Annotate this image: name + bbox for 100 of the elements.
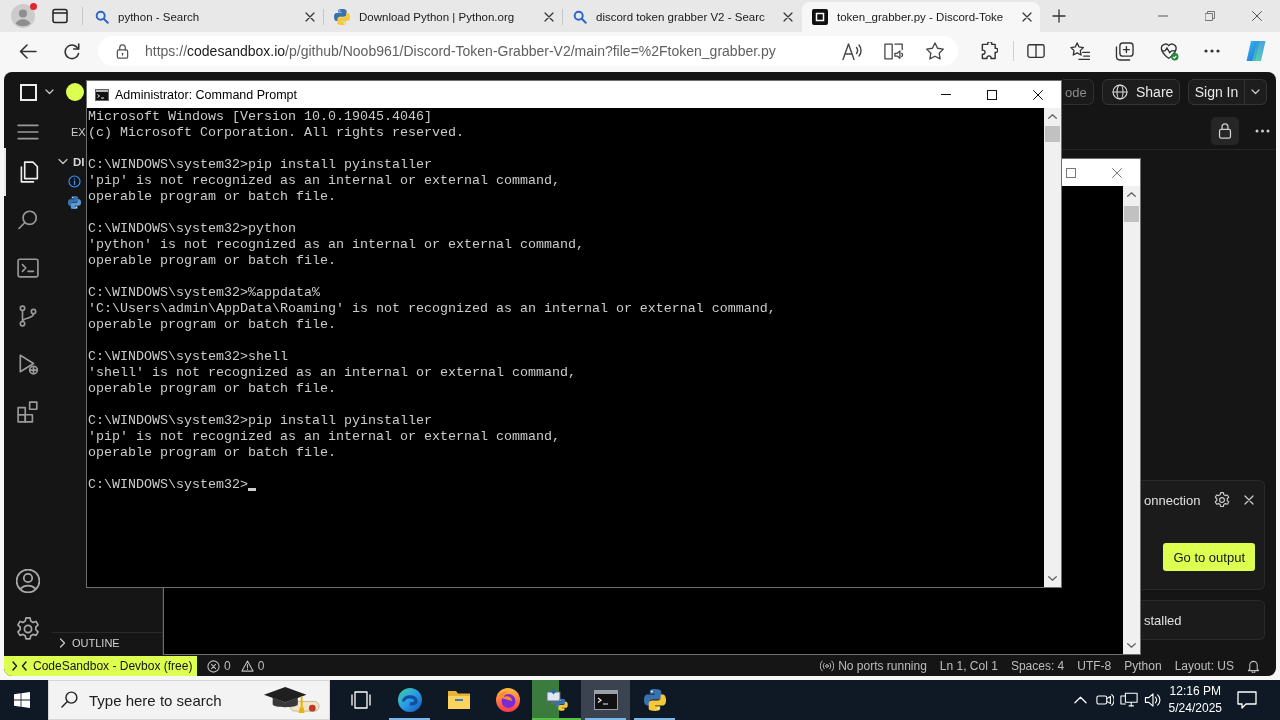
scrollbar[interactable] bbox=[1044, 108, 1061, 587]
folder-label[interactable]: DI bbox=[73, 155, 85, 168]
status-item[interactable]: 0 bbox=[207, 659, 231, 673]
python-logo-icon bbox=[334, 9, 350, 25]
search-icon[interactable] bbox=[17, 209, 39, 231]
branch-icon[interactable] bbox=[17, 305, 39, 327]
console-line: 'shell' is not recognized as an internal or external command, bbox=[88, 365, 577, 381]
chevron-down-icon[interactable] bbox=[1048, 576, 1057, 581]
browser-tab[interactable]: python - Search bbox=[85, 2, 323, 32]
avatar-icon[interactable] bbox=[11, 4, 35, 28]
taskbar-button[interactable] bbox=[581, 680, 630, 720]
volume-icon[interactable] bbox=[1143, 692, 1161, 708]
settings-icon[interactable] bbox=[16, 617, 40, 641]
maximize-icon[interactable] bbox=[987, 89, 997, 100]
split-screen-icon[interactable] bbox=[1027, 43, 1045, 59]
network-icon[interactable] bbox=[1119, 692, 1138, 708]
circle-avatar-icon[interactable] bbox=[66, 83, 84, 101]
console-line: operable program or batch file. bbox=[88, 253, 337, 269]
book-speaker-icon[interactable] bbox=[884, 42, 904, 60]
console-line: 'pip' is not recognized as an internal or external command, bbox=[88, 173, 561, 189]
account-icon[interactable] bbox=[16, 569, 40, 593]
status-item[interactable]: UTF-8 bbox=[1077, 659, 1112, 673]
graduation-cap-icon bbox=[263, 685, 321, 715]
close-icon[interactable] bbox=[1022, 12, 1032, 22]
section-header[interactable]: OUTLINE bbox=[72, 637, 120, 649]
close-icon[interactable] bbox=[305, 12, 315, 22]
console-icon bbox=[95, 88, 109, 101]
windows-logo-icon[interactable] bbox=[14, 692, 30, 708]
broadcast-icon bbox=[820, 660, 835, 672]
refresh-icon[interactable] bbox=[63, 42, 80, 60]
new-tab-icon[interactable] bbox=[1052, 9, 1066, 23]
console-line: Microsoft Windows [Version 10.0.19045.4046] bbox=[88, 109, 433, 125]
warning-icon bbox=[240, 660, 254, 672]
status-item[interactable]: Python bbox=[1124, 659, 1162, 673]
python-logo-icon bbox=[643, 689, 666, 711]
lock-button[interactable] bbox=[1211, 116, 1239, 145]
read-aloud-icon[interactable] bbox=[842, 42, 862, 60]
clock-time[interactable]: 12:16 PM bbox=[1169, 683, 1221, 700]
console-line: C:\WINDOWS\system32>python bbox=[88, 221, 297, 237]
close-icon[interactable] bbox=[783, 12, 793, 22]
info-icon bbox=[68, 175, 81, 188]
console-line: C:\WINDOWS\system32>pip install pyinstaller bbox=[88, 157, 433, 173]
close-icon[interactable] bbox=[544, 12, 554, 22]
scrollbar[interactable] bbox=[1123, 186, 1140, 654]
chevron-right-icon[interactable] bbox=[59, 638, 66, 648]
clock-date[interactable]: 5/24/2025 bbox=[1168, 700, 1222, 717]
play-plus-icon[interactable] bbox=[17, 353, 39, 375]
restore-icon[interactable] bbox=[1204, 11, 1215, 21]
blocks-icon[interactable] bbox=[17, 401, 39, 423]
panel-title: EX bbox=[71, 126, 86, 138]
dropdown-button[interactable] bbox=[1245, 79, 1267, 105]
terminal-icon[interactable] bbox=[17, 257, 39, 279]
close-icon[interactable] bbox=[1251, 11, 1262, 21]
bell-icon[interactable] bbox=[1247, 659, 1260, 673]
star-list-icon[interactable] bbox=[1070, 42, 1090, 60]
scrollbar-thumb[interactable] bbox=[1045, 126, 1060, 142]
remote-indicator[interactable]: CodeSandbox - Devbox (free) bbox=[4, 656, 197, 676]
sign-in-button[interactable]: Sign In bbox=[1188, 79, 1245, 105]
search-icon bbox=[61, 691, 78, 708]
back-icon[interactable] bbox=[19, 43, 37, 59]
status-item[interactable]: No ports running bbox=[820, 659, 927, 673]
taskbar-button[interactable] bbox=[532, 680, 581, 720]
window-icon[interactable] bbox=[52, 8, 68, 24]
square-logo-icon[interactable] bbox=[20, 83, 37, 101]
slanted-logo-icon[interactable] bbox=[1245, 40, 1267, 62]
search-field[interactable]: Type here to search bbox=[48, 680, 330, 720]
notifications-icon[interactable] bbox=[1237, 691, 1257, 709]
heart-pulse-icon[interactable] bbox=[1159, 41, 1179, 61]
browser-tab[interactable]: discord token grabber V2 - Searc bbox=[563, 2, 801, 32]
notification-text: onnection bbox=[1144, 492, 1201, 508]
console-line: C:\WINDOWS\system32>pip install pyinstaller bbox=[88, 413, 433, 429]
stack-plus-icon[interactable] bbox=[1115, 41, 1134, 61]
console-line: operable program or batch file. bbox=[88, 445, 337, 461]
status-item[interactable]: 0 bbox=[240, 659, 265, 673]
search-icon bbox=[95, 10, 109, 24]
status-item[interactable]: Spaces: 4 bbox=[1010, 659, 1065, 673]
share-button[interactable]: Share bbox=[1102, 79, 1180, 105]
more-icon[interactable] bbox=[1204, 49, 1220, 53]
computer-python-icon bbox=[544, 688, 569, 712]
chevron-down-icon[interactable] bbox=[1127, 643, 1136, 648]
console-icon bbox=[593, 690, 618, 710]
puzzle-piece-icon[interactable] bbox=[980, 42, 998, 60]
scrollbar-thumb[interactable] bbox=[1124, 206, 1139, 222]
status-item[interactable]: Layout: US bbox=[1174, 659, 1234, 673]
settings-icon[interactable] bbox=[1214, 492, 1231, 508]
address-bar[interactable]: https://codesandbox.io/p/github/Noob961/Discord-Token-Grabber-V2/main?file=%2Ftoken_grabber.py bbox=[98, 36, 958, 66]
fox-logo-icon bbox=[495, 688, 520, 712]
camera-icon[interactable] bbox=[1095, 692, 1114, 708]
partial-button[interactable]: ode bbox=[1063, 79, 1094, 105]
console-line: operable program or batch file. bbox=[88, 317, 337, 333]
browser-tab[interactable]: token_grabber.py - Discord-Toke bbox=[802, 2, 1040, 32]
go-to-output-button[interactable]: Go to output bbox=[1163, 543, 1255, 571]
star-icon[interactable] bbox=[926, 42, 944, 60]
more-icon[interactable] bbox=[1255, 128, 1270, 133]
lock-icon bbox=[116, 43, 129, 59]
status-item[interactable]: Ln 1, Col 1 bbox=[939, 659, 998, 673]
square-logo-icon bbox=[812, 9, 828, 25]
console-line: C:\WINDOWS\system32>shell bbox=[88, 349, 289, 365]
browser-tab[interactable]: Download Python | Python.org bbox=[324, 2, 562, 32]
close-icon[interactable] bbox=[1033, 89, 1043, 100]
